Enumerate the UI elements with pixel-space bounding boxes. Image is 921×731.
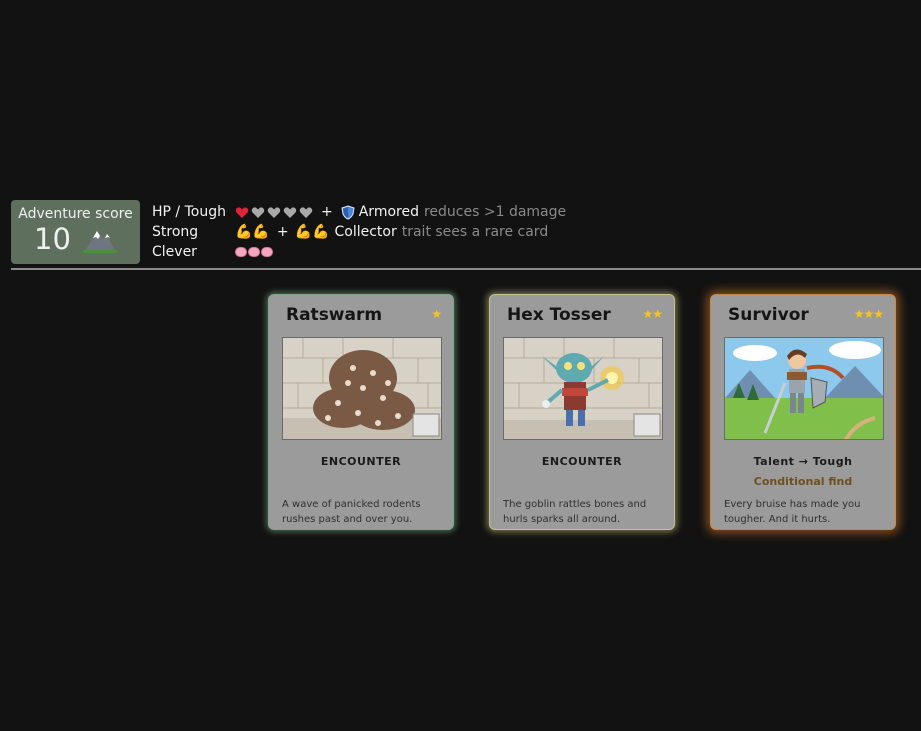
hearts-meter: + [235,202,339,222]
stat-row-hp: HP / Tough + + Armored reduces >1 damage [152,202,566,222]
armored-note: reduces >1 damage [423,204,567,220]
card-description: The goblin rattles bones and hurls spark… [503,499,647,525]
brains-meter [235,247,274,257]
armored-trait: Armored [358,204,419,220]
card-type: Talent → Tough [753,455,853,468]
adventure-score-label: Adventure score [18,206,133,222]
card-description: Every bruise has made you tougher. And i… [724,499,861,525]
card-hex-tosser[interactable]: Hex Tosser ★★ ENCOUNTER The goblin rattl… [489,294,675,530]
divider [11,268,921,270]
card-title: Survivor [728,305,809,325]
strong-label: Strong [152,224,199,240]
card-art-survivor [724,337,884,440]
card-title: Ratswarm [286,305,383,325]
rarity-stars: ★★ [642,307,662,321]
stat-row-clever: Clever [152,242,566,262]
rarity-stars: ★ [431,307,442,321]
muscle-icon: 💪💪 [235,224,270,240]
card-subtitle: Conditional find [753,475,853,488]
mountain-icon [82,231,117,253]
brain-icon [261,247,273,257]
strong-plus-sign: + [276,224,289,240]
card-type: ENCOUNTER [320,455,402,468]
heart-empty-icon [251,206,265,218]
shield-icon [341,204,355,220]
heart-full-icon [235,206,249,218]
brain-icon [248,247,260,257]
heart-empty-icon [299,206,313,218]
card-art-hex-tosser [503,337,663,440]
collector-note: trait sees a rare card [401,224,549,240]
card-survivor[interactable]: Survivor ★★★ Talent → Tough Conditional … [710,294,896,530]
muscle-bonus-icon: 💪💪 [294,224,330,240]
heart-empty-icon [283,206,297,218]
adventure-score-value: 10 [34,222,71,256]
collector-trait: Collector [334,224,397,240]
stat-row-strong: Strong 💪💪 + 💪💪 Collector trait sees a ra… [152,222,566,242]
card-title: Hex Tosser [507,305,611,325]
card-art-ratswarm [282,337,442,440]
brain-icon [235,247,247,257]
card-description: A wave of panicked rodents rushes past a… [282,499,421,525]
card-ratswarm[interactable]: Ratswarm ★ ENCOUNTER A wave of panicked … [268,294,454,530]
adventure-score-panel: Adventure score 10 [11,200,140,264]
hp-plus-sign: + [321,204,333,220]
clever-label: Clever [152,244,197,260]
hp-tough-label: HP / Tough [152,204,226,220]
player-stats: HP / Tough + + Armored reduces >1 damage… [152,202,566,262]
card-type: ENCOUNTER [541,455,623,468]
heart-empty-icon [267,206,281,218]
rarity-stars: ★★★ [853,307,884,321]
